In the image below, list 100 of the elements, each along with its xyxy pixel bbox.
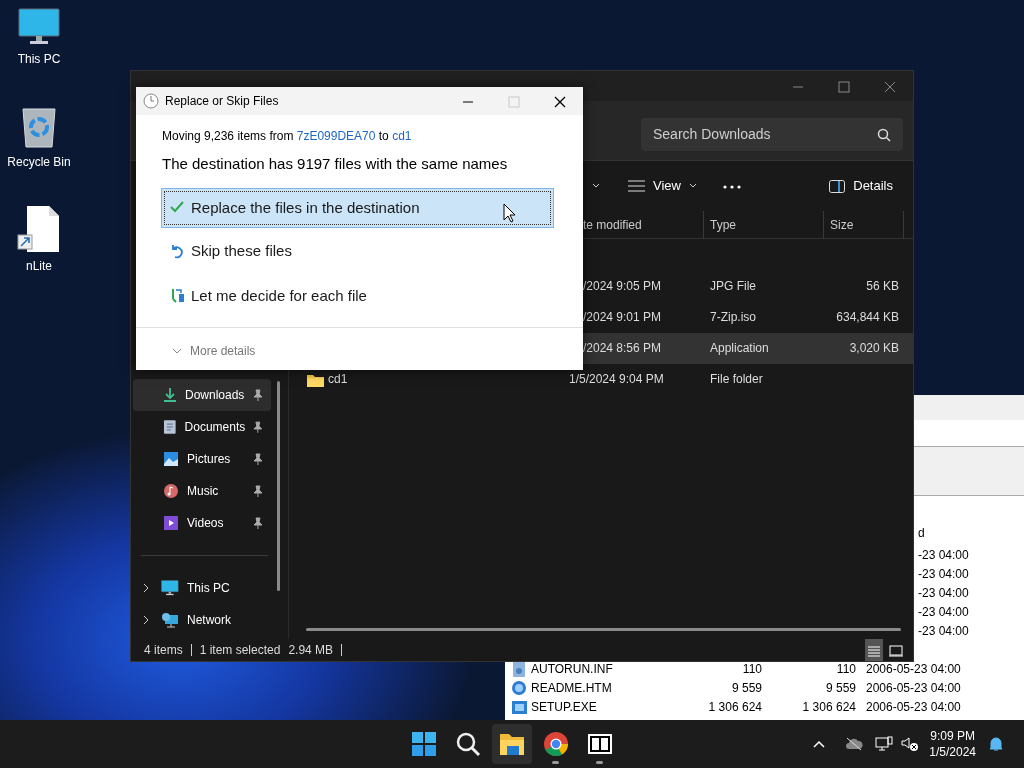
scrollbar[interactable] <box>306 628 901 631</box>
chevron-down-icon <box>688 183 697 189</box>
packed-size-cell-text: 9 559 <box>824 680 856 697</box>
desktop-icon-label[interactable]: nLite <box>0 257 79 275</box>
date-cell: -23 04:00 <box>918 567 969 581</box>
more-icon <box>722 184 741 189</box>
pin-icon <box>253 421 263 433</box>
close-icon <box>883 80 897 93</box>
date-cell-text: 2006-05-23 04:00 <box>866 699 962 716</box>
muted-speaker-icon <box>901 736 920 752</box>
search-field[interactable]: Search Downloads <box>641 118 903 151</box>
date-cell: -23 04:00 <box>918 605 969 619</box>
network-icon <box>875 736 894 752</box>
column-header[interactable]: Type <box>704 211 824 238</box>
divider-bar <box>190 644 192 656</box>
documents-icon <box>163 419 177 435</box>
size-cell-text: 3,020 KB <box>848 340 899 357</box>
date-cell-text: 2006-05-23 04:00 <box>866 661 962 678</box>
folder-icon <box>307 372 324 387</box>
type-cell-text: File folder <box>709 371 764 388</box>
sidebar-item[interactable]: Pictures <box>133 443 271 475</box>
option-button[interactable]: Replace the files in the destination <box>161 187 554 228</box>
date-cell: -23 04:00 <box>918 586 969 600</box>
close-icon <box>554 95 566 108</box>
clock-date[interactable]: 1/5/2024 <box>929 744 976 760</box>
music-icon <box>163 483 179 499</box>
sidebar-item[interactable]: Documents <box>133 411 271 443</box>
file-icon <box>511 661 527 678</box>
desktop-icon-label[interactable]: Recycle Bin <box>0 153 79 171</box>
sidebar-item[interactable]: This PC <box>161 572 271 604</box>
cursor-icon <box>503 203 516 223</box>
selection-size: 2.94 MB <box>288 642 334 659</box>
file-icon <box>511 699 527 716</box>
clock-time[interactable]: 9:09 PM <box>929 728 976 744</box>
pin-icon <box>253 453 263 465</box>
pictures-icon <box>163 451 179 467</box>
date-cell: -23 04:00 <box>918 624 969 638</box>
shortcut-file-icon <box>17 205 61 253</box>
browser-icon <box>542 730 570 758</box>
selection-info: 1 item selected <box>199 642 281 659</box>
date-cell-text: 1/5/2024 9:04 PM <box>568 371 665 388</box>
panel-icon <box>829 179 846 193</box>
sidebar-item[interactable]: Network <box>161 604 271 636</box>
dialog-heading: The destination has 9197 files with the same names <box>162 154 509 174</box>
details-button[interactable]: Details <box>823 172 899 200</box>
chevron-right-icon <box>143 583 149 593</box>
option-button[interactable]: Skip these files <box>161 234 554 269</box>
monitor-icon <box>161 580 179 596</box>
cloud-icon <box>845 737 864 751</box>
search-icon <box>454 730 482 758</box>
scrollbar[interactable] <box>277 381 280 591</box>
target-link[interactable]: cd1 <box>392 129 412 143</box>
column-header[interactable]: Size <box>824 211 904 238</box>
column-header[interactable]: d <box>918 526 925 540</box>
videos-icon <box>163 515 179 531</box>
date-cell-text: /2024 9:01 PM <box>582 309 663 326</box>
size-cell-text: 110 <box>741 661 762 678</box>
type-cell-text: 7-Zip.iso <box>709 309 757 326</box>
downloads-icon <box>163 387 177 403</box>
recycle-bin-icon <box>21 105 57 149</box>
size-cell-text: 9 559 <box>730 680 762 697</box>
size-cell-text: 56 KB <box>865 278 899 295</box>
file-row[interactable]: cd1 1/5/2024 9:04 PM File folder <box>289 364 913 395</box>
sidebar-item[interactable]: Music <box>133 475 271 507</box>
undo-arrow-icon <box>170 243 186 260</box>
file-icon <box>511 680 527 697</box>
sidebar-item[interactable]: Downloads <box>133 379 271 411</box>
date-cell-text: 2006-05-23 04:00 <box>866 680 962 697</box>
date-cell-text: /2024 8:56 PM <box>582 340 663 357</box>
item-count: 4 items <box>144 642 183 659</box>
packed-size-cell-text: 110 <box>835 661 856 678</box>
option-button[interactable]: Let me decide for each file <box>161 278 554 313</box>
lines-icon <box>628 180 645 192</box>
chevron-down-icon <box>172 347 182 354</box>
taskbar-app-button[interactable] <box>492 724 532 764</box>
chevron-right-icon <box>143 615 149 625</box>
sidebar-item[interactable]: Videos <box>133 507 271 539</box>
network-icon <box>161 612 179 628</box>
packed-size-cell-text: 1 306 624 <box>801 699 856 716</box>
arrows-icon <box>170 287 186 304</box>
search-icon <box>877 127 891 142</box>
date-cell: -23 04:00 <box>918 548 969 562</box>
type-cell-text: JPG File <box>709 278 757 295</box>
file-name[interactable]: SETUP.EXE <box>531 698 597 717</box>
list-view-icon <box>867 644 881 657</box>
start-icon <box>410 730 438 758</box>
source-link[interactable]: 7zE099DEA70 <box>296 129 376 143</box>
more-details-button[interactable]: More details <box>166 337 262 364</box>
move-summary: Moving 9,236 items from 7zE099DEA70 to cd1 <box>162 128 413 145</box>
preview-view-icon <box>889 644 903 657</box>
desktop-icon-label[interactable]: This PC <box>0 50 79 68</box>
dialog-title: Replace or Skip Files <box>165 93 279 110</box>
clock-icon <box>143 93 159 109</box>
file-name[interactable]: AUTORUN.INF <box>531 660 613 679</box>
view-button[interactable]: View <box>622 172 703 200</box>
file-name[interactable]: README.HTM <box>531 679 612 698</box>
bell-icon <box>988 736 1004 752</box>
pin-icon <box>253 485 263 497</box>
size-cell-text: 634,844 KB <box>835 309 899 326</box>
pin-icon <box>253 389 263 401</box>
